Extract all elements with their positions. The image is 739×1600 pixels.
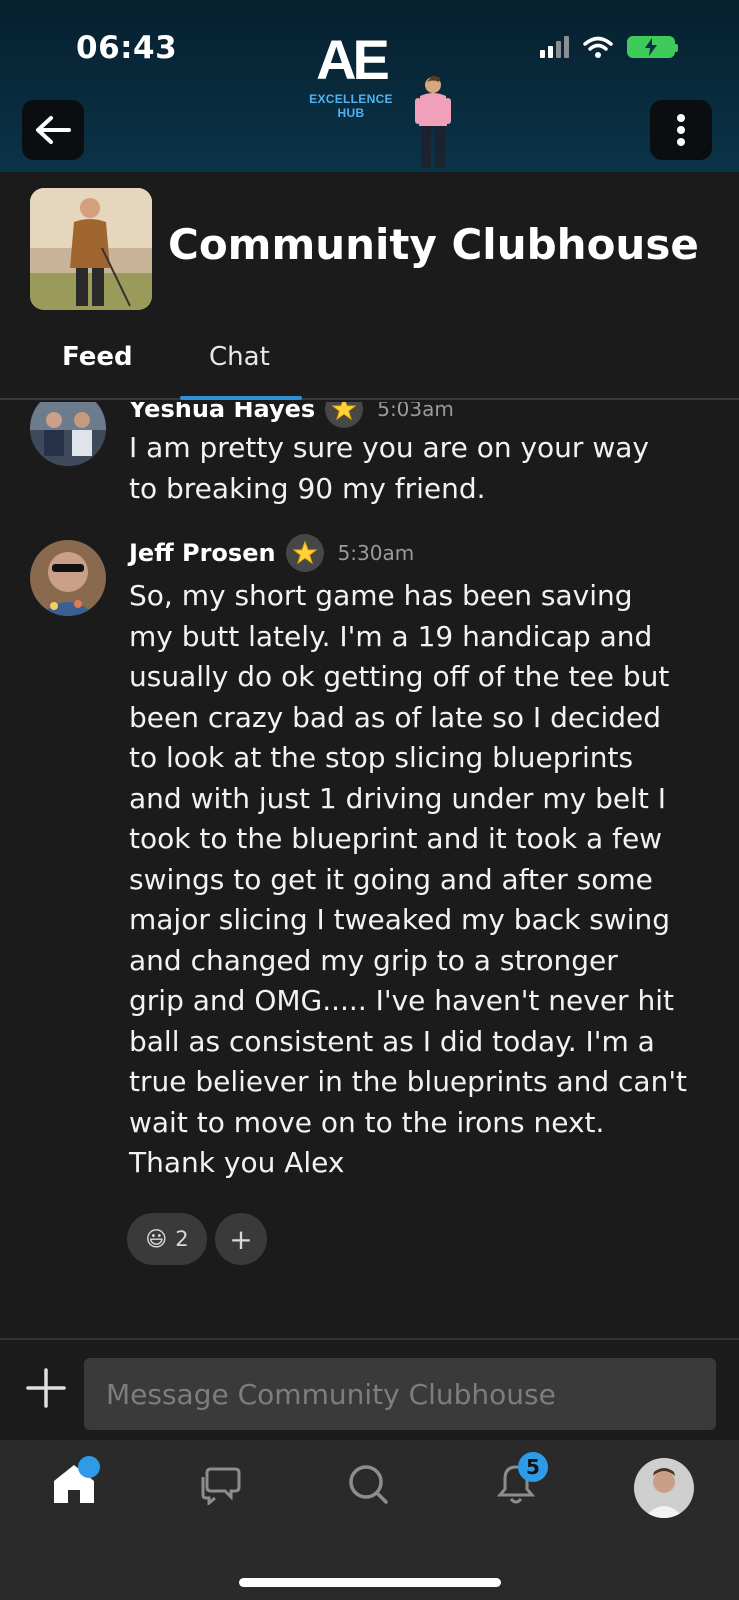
star-badge-icon (285, 534, 324, 572)
reaction-chip[interactable]: 😃 2 (127, 1213, 207, 1265)
profile-avatar[interactable] (634, 1458, 694, 1518)
message-time: 5:03am (377, 402, 454, 421)
add-reaction-button[interactable]: + (215, 1213, 267, 1265)
star-badge-icon (325, 402, 364, 428)
tab-feed[interactable]: Feed (62, 342, 133, 372)
avatar[interactable] (30, 540, 106, 616)
status-icons (540, 36, 678, 58)
more-vertical-icon (677, 114, 685, 146)
message-header: Jeff Prosen 5:30am (129, 534, 414, 572)
reaction-count: 2 (175, 1227, 189, 1251)
chat-messages[interactable]: Yeshua Hayes 5:03am I am pretty sure you… (0, 402, 739, 1338)
message-input[interactable] (84, 1358, 716, 1430)
nav-home[interactable] (44, 1454, 104, 1514)
logo-subtitle: EXCELLENCE HUB (309, 92, 393, 120)
coach-figure-image (415, 75, 451, 168)
status-time: 06:43 (76, 30, 178, 66)
message-time: 5:30am (337, 541, 415, 565)
back-button[interactable] (22, 100, 84, 160)
author-name[interactable]: Jeff Prosen (129, 539, 276, 567)
arrow-left-icon (36, 116, 71, 144)
nav-notifications[interactable]: 5 (486, 1452, 548, 1514)
ae-excellence-hub-logo: AE EXCELLENCE HUB (306, 28, 396, 121)
plus-icon[interactable] (26, 1368, 66, 1408)
message-text: So, my short game has been saving my but… (129, 579, 687, 1179)
chat-bubbles-icon (201, 1467, 241, 1505)
app-header: 06:43 AE EXCELLENCE HUB (0, 0, 739, 172)
nav-chats[interactable] (190, 1454, 250, 1514)
more-options-button[interactable] (650, 100, 712, 160)
active-tab-indicator (180, 396, 302, 400)
message-header: Yeshua Hayes 5:03am (129, 402, 454, 428)
message-composer (0, 1338, 739, 1440)
group-header: Community Clubhouse Feed Chat (0, 172, 739, 400)
search-icon (349, 1465, 388, 1504)
home-unread-dot (78, 1456, 100, 1478)
cellular-signal-icon (540, 36, 569, 58)
home-indicator (239, 1578, 501, 1587)
group-cover-image[interactable] (30, 188, 152, 310)
wifi-icon (583, 36, 613, 58)
tab-chat[interactable]: Chat (209, 342, 270, 372)
group-title: Community Clubhouse (168, 220, 699, 269)
reactions: 😃 2 + (127, 1213, 267, 1265)
author-name[interactable]: Yeshua Hayes (129, 402, 315, 423)
bottom-nav: 5 (0, 1440, 739, 1600)
logo-mark: AE (316, 28, 390, 91)
battery-charging-icon (627, 36, 678, 58)
nav-search[interactable] (338, 1454, 398, 1514)
smiley-emoji-icon: 😃 (145, 1227, 168, 1251)
message-text: I am pretty sure you are on your way to … (129, 431, 649, 505)
avatar[interactable] (30, 402, 106, 466)
notifications-badge: 5 (518, 1452, 548, 1482)
